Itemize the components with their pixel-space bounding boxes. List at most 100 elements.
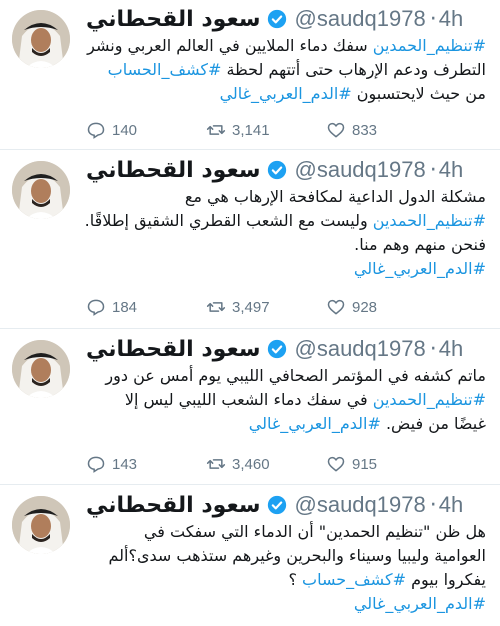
tweet-actions: 140 3,141 833 <box>86 118 488 142</box>
tweet[interactable]: سعود القحطاني @saudq1978 · 4h مشكلة الدو… <box>0 151 500 329</box>
tweet-text-segment: سفك دماء الملايين في العالم العربي ونشر <box>87 36 373 55</box>
hashtag-link[interactable]: #كشف_الحساب <box>108 60 222 79</box>
timestamp[interactable]: 4h <box>439 6 463 32</box>
tweet-text-line: هل ظن "تنظيم الحمدين" أن الدماء التي سفك… <box>86 520 486 544</box>
user-handle[interactable]: @saudq1978 <box>295 6 426 32</box>
separator-dot: · <box>429 492 437 518</box>
tweet-text-segment: هل ظن "تنظيم الحمدين" أن الدماء التي سفك… <box>143 522 486 541</box>
tweet-text-line: ماتم كشفه في المؤتمر الصحافي الليبي يوم … <box>86 364 486 388</box>
avatar[interactable] <box>12 161 70 219</box>
tweet[interactable]: سعود القحطاني @saudq1978 · 4h #تنظيم_الح… <box>0 0 500 150</box>
retweet-button[interactable]: 3,141 <box>206 120 326 140</box>
retweet-button[interactable]: 3,460 <box>206 454 326 474</box>
like-button[interactable]: 833 <box>326 120 446 140</box>
tweet-text-line: #تنظيم_الحمدين وليست مع الشعب القطري الش… <box>84 209 486 233</box>
hashtag-link[interactable]: #كشف_حساب <box>302 570 406 589</box>
like-count: 915 <box>352 455 378 473</box>
separator-dot: · <box>429 157 437 183</box>
retweet-count: 3,460 <box>232 455 270 473</box>
reply-icon <box>87 122 105 139</box>
verified-badge-icon <box>267 160 286 180</box>
tweet-text: هل ظن "تنظيم الحمدين" أن الدماء التي سفك… <box>86 520 486 616</box>
reply-button[interactable]: 140 <box>86 120 206 140</box>
tweet-text-segment: من حيث لايحتسبون <box>351 84 486 103</box>
avatar[interactable] <box>12 340 70 398</box>
tweet-text-segment: العوامية وليبيا وسيناء والبحرين وغيرهم س… <box>108 546 486 565</box>
hashtag-link[interactable]: #الدم_العربي_غالي <box>354 594 486 613</box>
hashtag-link[interactable]: #الدم_العربي_غالي <box>354 259 486 278</box>
verified-badge-icon <box>267 9 286 29</box>
verified-badge-icon <box>267 339 286 359</box>
like-button[interactable]: 928 <box>326 297 446 317</box>
reply-count: 140 <box>112 121 138 139</box>
user-handle[interactable]: @saudq1978 <box>295 336 426 362</box>
tweet-text-line: العوامية وليبيا وسيناء والبحرين وغيرهم س… <box>86 544 486 568</box>
timestamp[interactable]: 4h <box>439 336 463 362</box>
tweet-text-segment: التطرف ودعم الإرهاب حتى أتتهم لحظة <box>221 60 486 79</box>
tweet-text-segment: غيضًا من فيض. <box>380 414 486 433</box>
reply-icon <box>87 299 105 316</box>
like-icon <box>327 299 345 315</box>
hashtag-link[interactable]: #الدم_العربي_غالي <box>249 414 381 433</box>
tweet[interactable]: سعود القحطاني @saudq1978 · 4h ماتم كشفه … <box>0 330 500 485</box>
tweet-header: سعود القحطاني @saudq1978 · 4h <box>86 5 488 33</box>
retweet-count: 3,497 <box>232 298 270 316</box>
tweet-text-line: #الدم_العربي_غالي <box>86 257 486 281</box>
tweet-text: #تنظيم_الحمدين سفك دماء الملايين في العا… <box>86 34 486 106</box>
hashtag-link[interactable]: #تنظيم_الحمدين <box>373 390 486 409</box>
tweet-text-segment: مشكلة الدول الداعية لمكافحة الإرهاب هي م… <box>184 187 486 206</box>
reply-icon <box>87 456 105 473</box>
display-name[interactable]: سعود القحطاني <box>86 7 261 32</box>
reply-button[interactable]: 143 <box>86 454 206 474</box>
retweet-icon <box>206 125 226 135</box>
tweet-text-line: #تنظيم_الحمدين في سفك دماء الشعب الليبي … <box>86 388 486 412</box>
tweet-header: سعود القحطاني @saudq1978 · 4h <box>86 491 488 519</box>
retweet-button[interactable]: 3,497 <box>206 297 326 317</box>
reply-button[interactable]: 184 <box>86 297 206 317</box>
retweet-icon <box>206 302 226 312</box>
separator-dot: · <box>429 336 437 362</box>
tweet-text-segment: يفكروا بيوم <box>405 570 486 589</box>
retweet-count: 3,141 <box>232 121 270 139</box>
display-name[interactable]: سعود القحطاني <box>86 493 261 518</box>
tweet-text-line: غيضًا من فيض. #الدم_العربي_غالي <box>86 412 486 436</box>
avatar[interactable] <box>12 496 70 554</box>
tweet-actions: 184 3,497 928 <box>86 295 488 319</box>
tweet-text-segment: في سفك دماء الشعب الليبي ليس إلا <box>124 390 373 409</box>
like-count: 928 <box>352 298 378 316</box>
tweet-text-line: #الدم_العربي_غالي <box>86 592 486 616</box>
like-count: 833 <box>352 121 378 139</box>
hashtag-link[interactable]: #تنظيم_الحمدين <box>373 36 486 55</box>
tweet-header: سعود القحطاني @saudq1978 · 4h <box>86 335 488 363</box>
hashtag-link[interactable]: #الدم_العربي_غالي <box>220 84 352 103</box>
tweet-text-line: من حيث لايحتسبون #الدم_العربي_غالي <box>86 82 486 106</box>
tweet-text-segment: وليست مع الشعب القطري الشقيق إطلاقًا. <box>84 211 373 230</box>
tweet-text-line: التطرف ودعم الإرهاب حتى أتتهم لحظة #كشف_… <box>86 58 486 82</box>
separator-dot: · <box>429 6 437 32</box>
tweet-text: مشكلة الدول الداعية لمكافحة الإرهاب هي م… <box>84 185 486 281</box>
reply-count: 184 <box>112 298 138 316</box>
tweet-feed: سعود القحطاني @saudq1978 · 4h #تنظيم_الح… <box>0 0 500 626</box>
like-button[interactable]: 915 <box>326 454 446 474</box>
avatar[interactable] <box>12 10 70 68</box>
user-handle[interactable]: @saudq1978 <box>295 492 426 518</box>
display-name[interactable]: سعود القحطاني <box>86 158 261 183</box>
display-name[interactable]: سعود القحطاني <box>86 337 261 362</box>
like-icon <box>327 122 345 138</box>
tweet-text-line: مشكلة الدول الداعية لمكافحة الإرهاب هي م… <box>86 185 486 209</box>
tweet-header: سعود القحطاني @saudq1978 · 4h <box>86 156 488 184</box>
like-icon <box>327 456 345 472</box>
reply-count: 143 <box>112 455 138 473</box>
tweet-text-line: #تنظيم_الحمدين سفك دماء الملايين في العا… <box>86 34 486 58</box>
retweet-icon <box>206 459 226 469</box>
tweet[interactable]: سعود القحطاني @saudq1978 · 4h هل ظن "تنظ… <box>0 486 500 626</box>
tweet-actions: 143 3,460 915 <box>86 452 488 476</box>
tweet-text-segment: ؟ <box>288 570 303 589</box>
user-handle[interactable]: @saudq1978 <box>295 157 426 183</box>
timestamp[interactable]: 4h <box>439 157 463 183</box>
timestamp[interactable]: 4h <box>439 492 463 518</box>
hashtag-link[interactable]: #تنظيم_الحمدين <box>373 211 486 230</box>
verified-badge-icon <box>267 495 286 515</box>
tweet-text-segment: فنحن منهم وهم منا. <box>354 235 486 254</box>
tweet-text-line: يفكروا بيوم #كشف_حساب ؟ <box>86 568 486 592</box>
